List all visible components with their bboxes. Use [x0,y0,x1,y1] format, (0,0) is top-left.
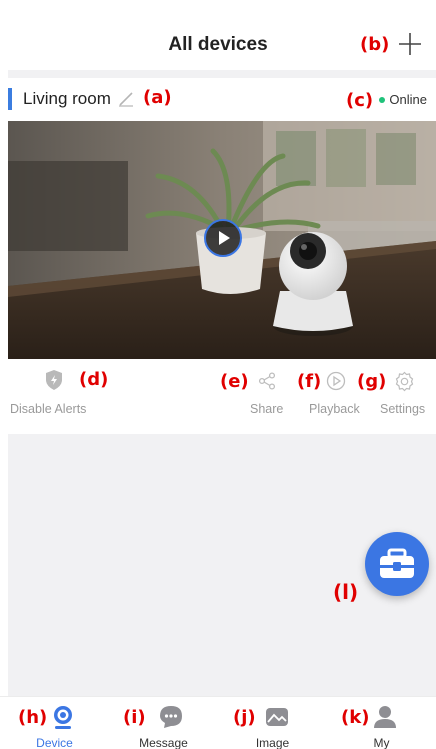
callout-h: (h) [18,707,48,728]
pencil-icon[interactable] [118,91,134,107]
callout-l: (l) [333,580,359,604]
settings-label[interactable]: Settings [380,402,425,416]
bottom-tab-bar: (h) Device (i) Message (j) Image (k) My [0,696,436,749]
tab-label-device: Device [36,736,73,749]
status-badge: Online [379,92,427,107]
person-icon [374,706,396,728]
playback-icon[interactable] [326,371,346,391]
callout-e: (e) [220,371,249,392]
camera-icon [54,706,72,729]
tab-message[interactable]: (i) Message [109,697,218,749]
video-preview[interactable] [8,121,436,359]
share-label[interactable]: Share [250,402,283,416]
image-icon [266,708,288,726]
callout-d: (d) [79,369,109,390]
play-icon[interactable] [204,219,242,257]
chat-bubble-icon [160,706,182,728]
share-icon[interactable] [258,372,276,390]
device-card: Living room (a) (c) Online (d) Disable A… [8,80,436,426]
header: All devices (b) [0,0,436,70]
callout-g: (g) [357,371,387,392]
online-dot-icon [379,96,386,103]
gear-icon[interactable] [394,371,415,392]
callout-a: (a) [143,87,172,108]
toolbox-fab-button[interactable] [365,532,429,596]
toolbox-icon [380,548,414,578]
tab-device[interactable]: (h) Device [0,697,109,749]
callout-i: (i) [123,707,146,728]
tab-my[interactable]: (k) My [327,697,436,749]
plus-icon[interactable] [397,31,423,57]
playback-label[interactable]: Playback [309,402,360,416]
tab-label-message: Message [139,736,188,749]
callout-c: (c) [346,90,374,111]
tab-label-my: My [373,736,390,749]
shield-bolt-icon[interactable] [44,369,64,391]
disable-alerts-label[interactable]: Disable Alerts [10,402,86,416]
device-name: Living room [23,89,111,108]
separator [8,70,436,78]
tab-image[interactable]: (j) Image [218,697,327,749]
callout-j: (j) [233,707,256,728]
callout-b: (b) [360,34,390,55]
tab-label-image: Image [255,736,290,749]
card-accent-bar [8,88,12,110]
callout-f: (f) [297,371,322,392]
status-text: Online [389,92,427,107]
callout-k: (k) [341,707,370,728]
